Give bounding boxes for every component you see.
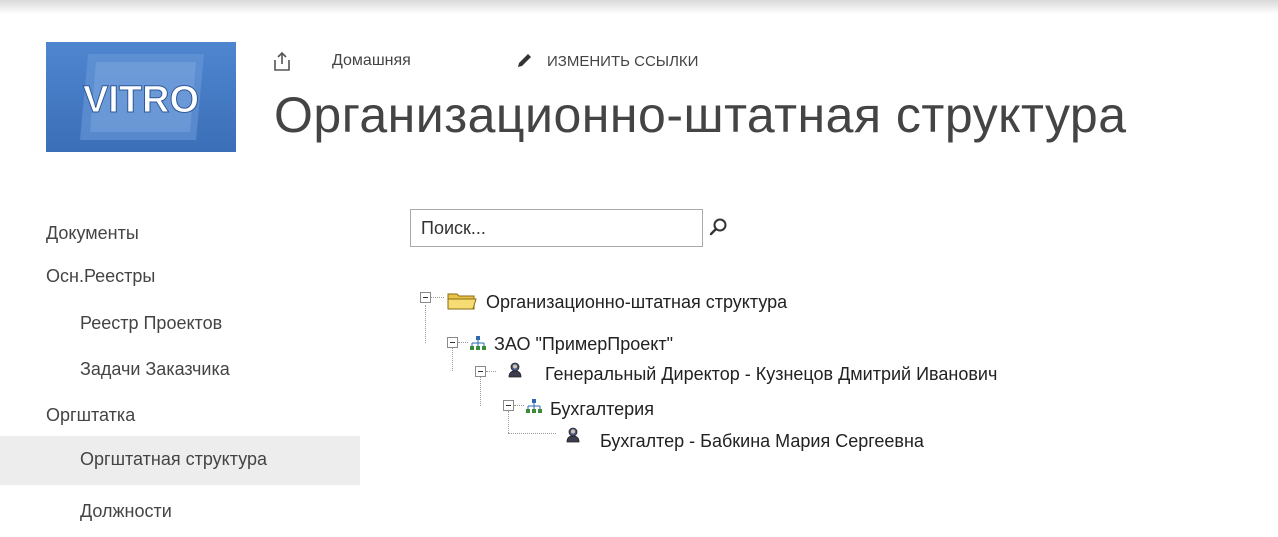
tree-connector [486, 371, 496, 372]
nav-item-main-registries[interactable]: Осн.Реестры [0, 253, 360, 302]
org-chart-icon [526, 399, 542, 413]
logo-text: VITRO [83, 79, 199, 121]
nav-item-label: Оргштатная структура [80, 449, 268, 469]
nav-item-label: Осн.Реестры [46, 266, 156, 286]
tree-connector [431, 297, 444, 298]
collapse-toggle-icon[interactable] [447, 337, 458, 348]
search-icon[interactable] [709, 217, 729, 242]
tree-connector [508, 433, 556, 434]
nav-item-org-structure[interactable]: Оргштатная структура [0, 436, 360, 485]
tree-connector [458, 342, 468, 343]
tree-node-label: ЗАО "ПримерПроект" [494, 334, 673, 354]
nav-item-positions[interactable]: Должности [0, 488, 360, 537]
tree-node-label: Генеральный Директор - Кузнецов Дмитрий … [545, 364, 998, 384]
nav-item-label: Оргштатка [46, 405, 136, 425]
logo-graphic: VITRO [80, 54, 204, 140]
tree-node-label: Организационно-штатная структура [486, 292, 788, 312]
search-input[interactable] [410, 209, 703, 247]
edit-links-button[interactable]: ИЗМЕНИТЬ ССЫЛКИ [547, 53, 698, 70]
nav-item-label: Задачи Заказчика [80, 359, 230, 379]
tree-connector [514, 405, 524, 406]
org-chart-icon [470, 336, 486, 350]
person-icon [566, 427, 580, 443]
tree-connector [452, 348, 453, 371]
tree-node-label: Бухгалтер - Бабкина Мария Сергеевна [600, 431, 924, 451]
tree-connector [508, 411, 509, 433]
folder-icon [447, 293, 477, 310]
home-link[interactable]: Домашняя [332, 52, 411, 70]
collapse-toggle-icon[interactable] [475, 366, 486, 377]
share-icon[interactable] [272, 50, 294, 77]
pencil-icon[interactable] [515, 52, 533, 75]
tree-connector [425, 305, 426, 343]
nav-item-project-registry[interactable]: Реестр Проектов [0, 300, 360, 349]
page-title: Организационно-штатная структура [274, 87, 1127, 143]
site-logo[interactable]: VITRO [46, 42, 236, 152]
tree-connector [480, 377, 481, 406]
nav-item-customer-tasks[interactable]: Задачи Заказчика [0, 346, 360, 395]
top-shadow [0, 0, 1278, 14]
person-icon [508, 362, 522, 378]
nav-item-orgstaff[interactable]: Оргштатка [0, 392, 360, 441]
nav-item-documents[interactable]: Документы [0, 210, 360, 259]
nav-item-label: Реестр Проектов [80, 313, 223, 333]
collapse-toggle-icon[interactable] [503, 400, 514, 411]
collapse-toggle-icon[interactable] [420, 292, 431, 303]
nav-item-label: Должности [80, 501, 172, 521]
nav-item-label: Документы [46, 223, 139, 243]
tree-node-label: Бухгалтерия [550, 399, 654, 419]
